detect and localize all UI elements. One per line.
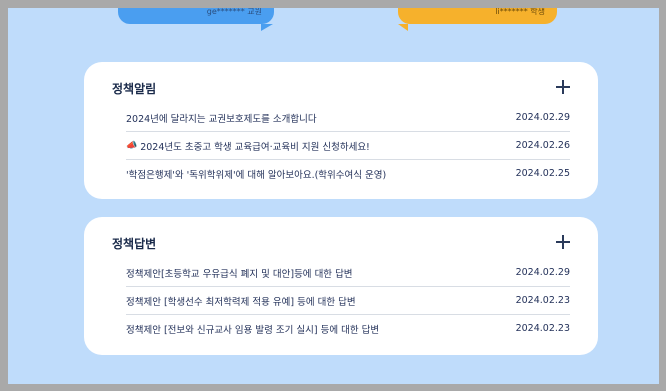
policy-answer-card: 정책답변 정책제안[초등학교 우유급식 폐지 및 대안]등에 대한 답변 202… — [84, 217, 598, 355]
answer-item-title: 정책제안 [전보와 신규교사 임용 발령 조기 실시] 등에 대한 답변 — [126, 324, 380, 336]
answer-more-plus-icon[interactable] — [556, 235, 570, 249]
answer-item-title: 정책제안 [학생선수 최저학력제 적용 유예] 등에 대한 답변 — [126, 296, 356, 308]
policy-answer-title: 정책답변 — [112, 237, 157, 251]
policy-notice-card: 정책알림 2024년에 달라지는 교권보호제도를 소개합니다 2024.02.2… — [84, 62, 598, 199]
teacher-user-label: ge******* 교원 — [206, 8, 262, 16]
student-user-label: li******* 학생 — [495, 8, 545, 16]
notice-item-date: 2024.02.25 — [515, 168, 570, 179]
policy-answer-list: 정책제안[초등학교 우유급식 폐지 및 대안]등에 대한 답변 2024.02.… — [112, 259, 570, 342]
answer-item-title: 정책제안[초등학교 우유급식 폐지 및 대안]등에 대한 답변 — [126, 268, 353, 280]
notice-item-title: '학점은행제'와 '독위학위제'에 대해 알아보아요.(학위수여식 운영) — [126, 169, 387, 181]
megaphone-icon: 📣 — [126, 140, 138, 151]
bubble-tail-right — [398, 24, 408, 31]
list-item[interactable]: 정책제안[초등학교 우유급식 폐지 및 대안]등에 대한 답변 2024.02.… — [126, 259, 570, 287]
answer-item-date: 2024.02.23 — [515, 323, 570, 334]
answer-item-date: 2024.02.29 — [515, 267, 570, 278]
page-frame: ge******* 교원 li******* 학생 정책알림 2024년에 달라… — [8, 8, 659, 384]
policy-answer-header: 정책답변 — [112, 233, 570, 259]
bubble-tail-left — [261, 24, 273, 31]
comment-bubble-student[interactable]: li******* 학생 — [398, 8, 557, 24]
list-item[interactable]: 📣 2024년도 초중고 학생 교육급여·교육비 지원 신청하세요! 2024.… — [126, 132, 570, 160]
list-item[interactable]: 정책제안 [학생선수 최저학력제 적용 유예] 등에 대한 답변 2024.02… — [126, 287, 570, 315]
policy-notice-title: 정책알림 — [112, 82, 157, 96]
list-item[interactable]: '학점은행제'와 '독위학위제'에 대해 알아보아요.(학위수여식 운영) 20… — [126, 160, 570, 187]
notice-item-date: 2024.02.26 — [515, 140, 570, 151]
comment-bubble-teacher[interactable]: ge******* 교원 — [118, 8, 274, 24]
notice-item-title: 2024년도 초중고 학생 교육급여·교육비 지원 신청하세요! — [140, 141, 370, 153]
notice-more-plus-icon[interactable] — [556, 80, 570, 94]
notice-item-title: 2024년에 달라지는 교권보호제도를 소개합니다 — [126, 113, 317, 125]
policy-notice-header: 정책알림 — [112, 78, 570, 104]
answer-item-date: 2024.02.23 — [515, 295, 570, 306]
notice-item-date: 2024.02.29 — [515, 112, 570, 123]
list-item[interactable]: 정책제안 [전보와 신규교사 임용 발령 조기 실시] 등에 대한 답변 202… — [126, 315, 570, 342]
list-item[interactable]: 2024년에 달라지는 교권보호제도를 소개합니다 2024.02.29 — [126, 104, 570, 132]
policy-notice-list: 2024년에 달라지는 교권보호제도를 소개합니다 2024.02.29 📣 2… — [112, 104, 570, 187]
